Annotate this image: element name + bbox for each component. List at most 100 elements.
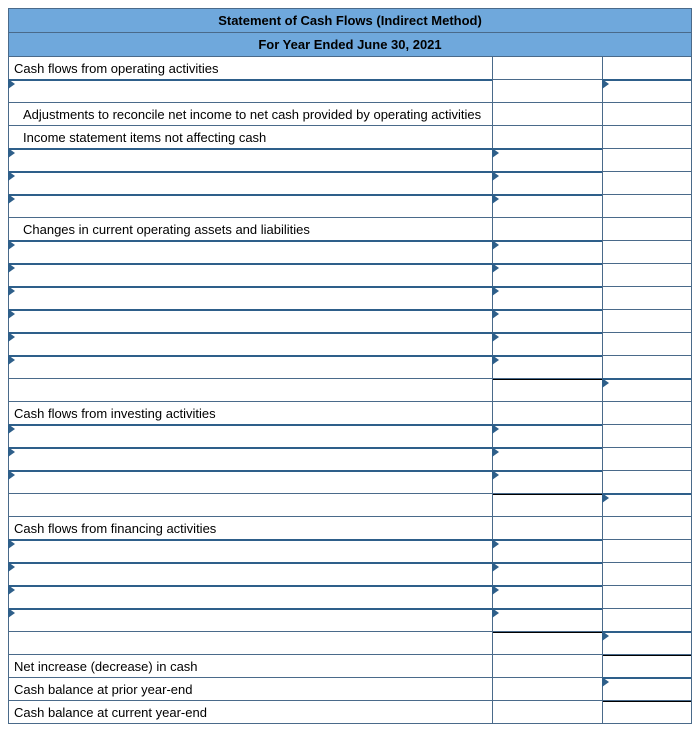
amount-cell (603, 517, 691, 539)
desc-cell (9, 632, 493, 654)
input-row (9, 310, 691, 333)
operating-header-row: Cash flows from operating activities (9, 57, 691, 80)
adjustments-row: Adjustments to reconcile net income to n… (9, 103, 691, 126)
desc-input[interactable] (9, 471, 493, 493)
amount-cell (493, 494, 603, 516)
input-row (9, 149, 691, 172)
amount-cell (603, 402, 691, 424)
amount-input[interactable] (603, 379, 691, 401)
amount-cell (603, 655, 691, 677)
input-row (9, 425, 691, 448)
label-current-balance: Cash balance at current year-end (9, 701, 493, 723)
amount-cell (603, 701, 691, 723)
statement-title: Statement of Cash Flows (Indirect Method… (218, 13, 482, 28)
amount-cell (603, 103, 691, 125)
amount-input[interactable] (493, 356, 603, 378)
title-row: Statement of Cash Flows (Indirect Method… (9, 9, 691, 33)
amount-input[interactable] (493, 540, 603, 562)
amount-cell (493, 103, 603, 125)
desc-input[interactable] (9, 540, 493, 562)
label-prior-balance: Cash balance at prior year-end (9, 678, 493, 700)
amount-input[interactable] (493, 149, 603, 171)
input-row (9, 356, 691, 379)
desc-input[interactable] (9, 287, 493, 309)
amount-input[interactable] (493, 172, 603, 194)
label-financing: Cash flows from financing activities (9, 517, 493, 539)
desc-input[interactable] (9, 448, 493, 470)
amount-input[interactable] (493, 563, 603, 585)
amount-cell (603, 609, 691, 631)
amount-input[interactable] (493, 448, 603, 470)
amount-cell (493, 632, 603, 654)
amount-cell (603, 149, 691, 171)
amount-cell (493, 126, 603, 148)
current-balance-row: Cash balance at current year-end (9, 701, 691, 723)
input-row (9, 172, 691, 195)
desc-input[interactable] (9, 241, 493, 263)
amount-cell (493, 701, 603, 723)
label-income-items: Income statement items not affecting cas… (9, 126, 493, 148)
amount-input[interactable] (603, 494, 691, 516)
amount-input[interactable] (493, 609, 603, 631)
amount-input[interactable] (493, 287, 603, 309)
amount-input[interactable] (603, 80, 691, 102)
desc-cell (9, 379, 493, 401)
amount-cell (603, 218, 691, 240)
income-items-row: Income statement items not affecting cas… (9, 126, 691, 149)
input-row (9, 80, 691, 103)
subtotal-row (9, 494, 691, 517)
desc-input[interactable] (9, 425, 493, 447)
desc-input[interactable] (9, 356, 493, 378)
input-row (9, 448, 691, 471)
prior-balance-row: Cash balance at prior year-end (9, 678, 691, 701)
input-row (9, 241, 691, 264)
amount-cell (603, 310, 691, 332)
period-row: For Year Ended June 30, 2021 (9, 33, 691, 57)
desc-input[interactable] (9, 310, 493, 332)
amount-input[interactable] (603, 678, 691, 700)
amount-cell (493, 218, 603, 240)
input-row (9, 586, 691, 609)
amount-cell (603, 356, 691, 378)
input-row (9, 540, 691, 563)
desc-input[interactable] (9, 264, 493, 286)
amount-cell (603, 563, 691, 585)
amount-cell (493, 678, 603, 700)
amount-input[interactable] (493, 310, 603, 332)
amount-input[interactable] (493, 333, 603, 355)
changes-row: Changes in current operating assets and … (9, 218, 691, 241)
amount-input[interactable] (493, 471, 603, 493)
investing-header-row: Cash flows from investing activities (9, 402, 691, 425)
amount-input[interactable] (493, 425, 603, 447)
desc-input[interactable] (9, 333, 493, 355)
input-row (9, 333, 691, 356)
amount-cell (493, 517, 603, 539)
amount-input[interactable] (493, 586, 603, 608)
amount-cell (493, 80, 603, 102)
label-adjustments: Adjustments to reconcile net income to n… (9, 103, 493, 125)
amount-input[interactable] (493, 264, 603, 286)
financing-header-row: Cash flows from financing activities (9, 517, 691, 540)
desc-input[interactable] (9, 172, 493, 194)
desc-input[interactable] (9, 149, 493, 171)
amount-cell (493, 402, 603, 424)
net-increase-row: Net increase (decrease) in cash (9, 655, 691, 678)
label-investing: Cash flows from investing activities (9, 402, 493, 424)
desc-input[interactable] (9, 195, 493, 217)
desc-input[interactable] (9, 80, 493, 102)
desc-input[interactable] (9, 586, 493, 608)
amount-cell (603, 287, 691, 309)
label-operating: Cash flows from operating activities (9, 57, 493, 79)
desc-input[interactable] (9, 563, 493, 585)
amount-cell (493, 655, 603, 677)
amount-input[interactable] (493, 241, 603, 263)
desc-input[interactable] (9, 609, 493, 631)
subtotal-row (9, 379, 691, 402)
cash-flow-statement: Statement of Cash Flows (Indirect Method… (8, 8, 692, 724)
amount-input[interactable] (603, 632, 691, 654)
subtotal-row (9, 632, 691, 655)
amount-cell (603, 586, 691, 608)
amount-input[interactable] (493, 195, 603, 217)
amount-cell (603, 448, 691, 470)
amount-cell (603, 241, 691, 263)
